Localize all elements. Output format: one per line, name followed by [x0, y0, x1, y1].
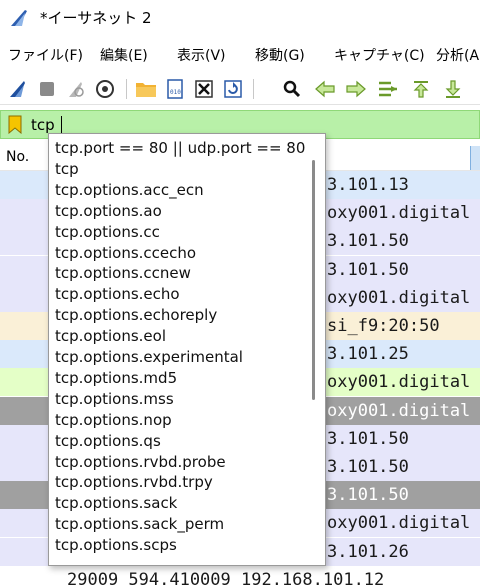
close-file-button[interactable]: [192, 77, 216, 101]
autocomplete-item[interactable]: tcp.port == 80 || udp.port == 80: [55, 138, 305, 159]
packet-row-text: 3.101.26: [327, 542, 409, 562]
reload-file-icon: [224, 80, 242, 98]
packet-row-text: si_f9:20:50: [327, 316, 440, 336]
packet-row-text: 3.101.50: [327, 260, 409, 280]
menu-analyze[interactable]: 分析(A: [436, 43, 479, 69]
shark-fin-start-icon: [10, 81, 25, 97]
first-packet-button[interactable]: [409, 77, 433, 101]
go-to-packet-icon: [379, 81, 397, 97]
autocomplete-item[interactable]: tcp: [55, 159, 79, 180]
packet-row-text: 3.101.13: [327, 175, 409, 195]
go-forward-arrow-icon: [346, 80, 366, 98]
autocomplete-item[interactable]: tcp.options.experimental: [55, 347, 243, 368]
open-file-button[interactable]: [134, 77, 158, 101]
window-title: *イーサネット 2: [40, 9, 152, 27]
wireshark-fin-icon: [11, 10, 27, 26]
autocomplete-item[interactable]: tcp.options.sack_perm: [55, 514, 224, 535]
autocomplete-scrollbar[interactable]: [312, 160, 315, 400]
autocomplete-item[interactable]: tcp.options.cc: [55, 222, 160, 243]
autocomplete-item[interactable]: tcp.options.echo: [55, 284, 180, 305]
packet-row-text: oxy001.digital: [327, 513, 471, 533]
start-capture-button[interactable]: [6, 77, 30, 101]
svg-text:010: 010: [170, 89, 181, 96]
options-gear-icon: [96, 80, 114, 98]
find-magnifier-icon: [283, 80, 301, 98]
main-toolbar: 010: [0, 73, 480, 178]
last-packet-icon: [445, 80, 461, 98]
go-back-button[interactable]: [313, 77, 337, 101]
stop-square-icon: [40, 82, 54, 96]
autocomplete-item[interactable]: tcp.options.acc_ecn: [55, 180, 204, 201]
save-file-icon: 010: [167, 79, 183, 99]
autocomplete-item[interactable]: tcp.options.md5: [55, 368, 177, 389]
go-back-arrow-icon: [315, 80, 335, 98]
autocomplete-item[interactable]: tcp.options.ao: [55, 201, 162, 222]
packet-row-text: oxy001.digital: [327, 401, 471, 421]
close-file-icon: [195, 80, 213, 98]
menu-file[interactable]: ファイル(F): [8, 43, 83, 69]
packet-row-text: oxy001.digital: [327, 288, 471, 308]
autocomplete-item[interactable]: tcp.options.eol: [55, 326, 166, 347]
autocomplete-item[interactable]: tcp.options.qs: [55, 431, 161, 452]
capture-options-button[interactable]: [93, 77, 117, 101]
reload-file-button[interactable]: [221, 77, 245, 101]
restart-fin-icon: [69, 82, 84, 97]
go-forward-button[interactable]: [344, 77, 368, 101]
menu-go[interactable]: 移動(G): [255, 43, 305, 69]
go-to-packet-button[interactable]: [376, 77, 400, 101]
title-bar: *イーサネット 2: [0, 0, 480, 38]
text-caret: [61, 116, 62, 134]
autocomplete-item[interactable]: tcp.options.ccnew: [55, 263, 191, 284]
column-header-no[interactable]: No.: [6, 148, 29, 166]
filter-bookmark-icon[interactable]: [8, 115, 22, 134]
filter-autocomplete-popup: tcp.port == 80 || udp.port == 80 tcp tcp.o…: [48, 133, 326, 566]
autocomplete-item[interactable]: tcp.options.rvbd.trpy: [55, 472, 213, 493]
packet-row-text: oxy001.digital: [327, 372, 471, 392]
packet-row-text: 3.101.25: [327, 344, 409, 364]
autocomplete-item[interactable]: tcp.options.rvbd.probe: [55, 452, 226, 473]
autocomplete-item[interactable]: tcp.options.scps: [55, 535, 177, 556]
packet-row-text: 3.101.50: [327, 485, 409, 505]
menu-capture[interactable]: キャプチャ(C): [334, 43, 425, 69]
autocomplete-item[interactable]: tcp.options.echoreply: [55, 305, 217, 326]
toolbar-separator: [253, 79, 254, 99]
menu-bar: ファイル(F) 編集(E) 表示(V) 移動(G) キャプチャ(C) 分析(A: [0, 43, 480, 69]
autocomplete-item[interactable]: tcp.options.mss: [55, 389, 174, 410]
first-packet-icon: [413, 81, 429, 98]
autocomplete-item[interactable]: tcp.options.nop: [55, 410, 172, 431]
find-packet-button[interactable]: [280, 77, 304, 101]
packet-row-text: oxy001.digital: [327, 203, 471, 223]
packet-row-text: 29009 594.410009 192.168.101.12: [67, 570, 385, 586]
save-file-button[interactable]: 010: [163, 77, 187, 101]
last-packet-button[interactable]: [441, 77, 465, 101]
toolbar-separator: [126, 79, 127, 99]
menu-view[interactable]: 表示(V): [177, 43, 226, 69]
restart-capture-button[interactable]: [64, 77, 88, 101]
packet-row-text: 3.101.50: [327, 429, 409, 449]
autocomplete-item[interactable]: tcp.options.ccecho: [55, 243, 196, 264]
autocomplete-item[interactable]: tcp.options.sack: [55, 493, 177, 514]
packet-row-text: 3.101.50: [327, 231, 409, 251]
menu-edit[interactable]: 編集(E): [100, 43, 148, 69]
packet-row-bottom[interactable]: 29009 594.410009 192.168.101.12: [0, 566, 480, 586]
stop-capture-button[interactable]: [35, 77, 59, 101]
open-folder-icon: [136, 83, 156, 97]
packet-row-text: 3.101.50: [327, 457, 409, 477]
